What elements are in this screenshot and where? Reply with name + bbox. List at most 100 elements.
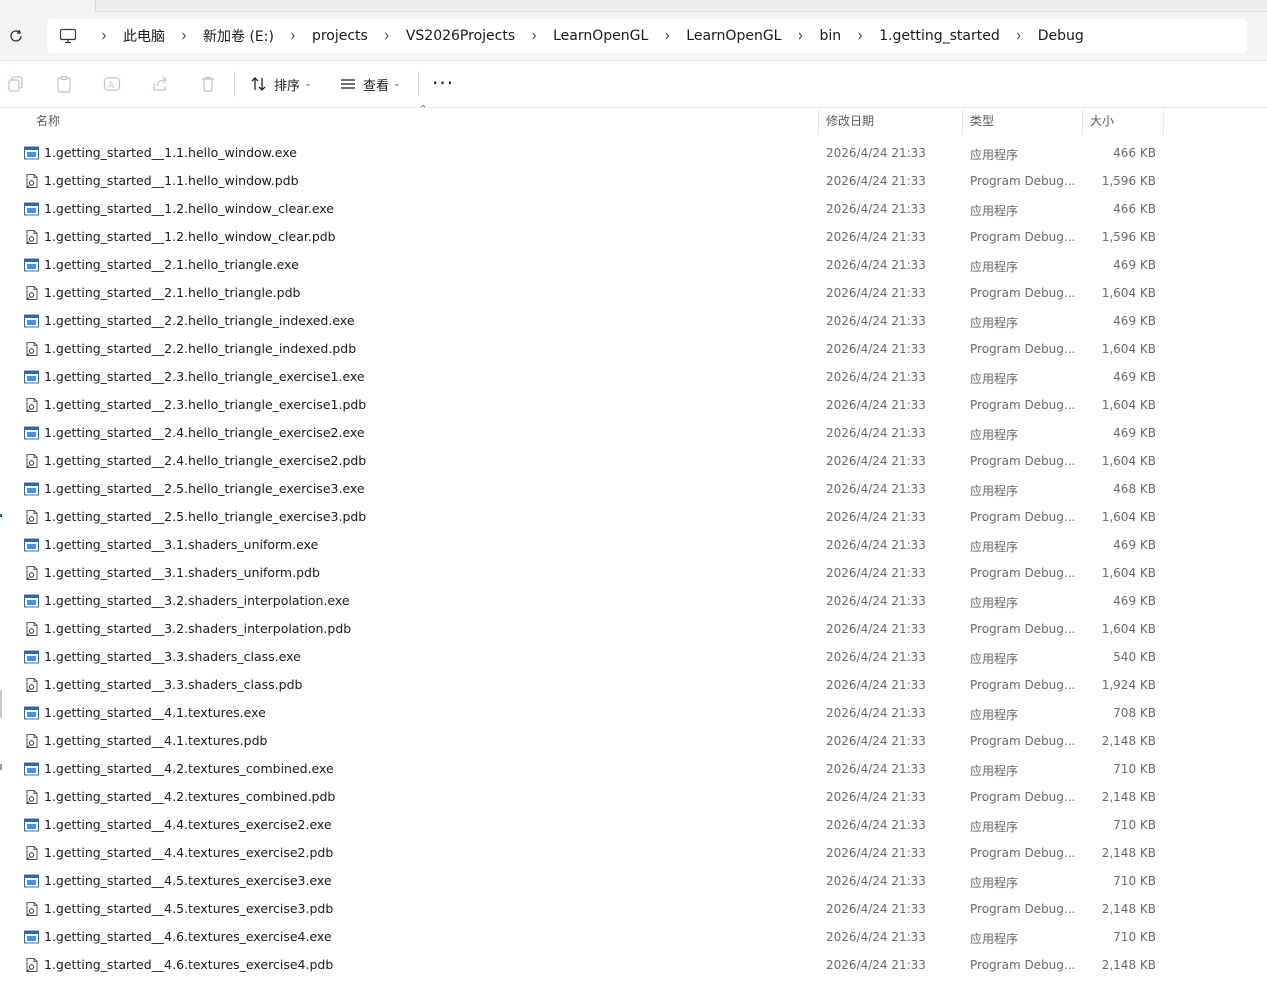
- column-type-header[interactable]: 类型: [970, 108, 994, 135]
- file-size: 2,148 KB: [1101, 958, 1156, 972]
- file-size: 1,604 KB: [1101, 622, 1156, 636]
- file-row[interactable]: 1.getting_started__4.5.textures_exercise…: [0, 867, 1267, 895]
- view-icon: [341, 79, 355, 89]
- chevron-right-icon[interactable]: ›: [370, 26, 404, 45]
- file-size: 2,148 KB: [1101, 846, 1156, 860]
- file-modified-date: 2026/4/24 21:33: [826, 818, 926, 832]
- more-options-button[interactable]: ···: [432, 73, 454, 93]
- file-type: 应用程序: [970, 428, 1019, 442]
- file-type: Program Debug...: [970, 566, 1076, 580]
- file-row[interactable]: 1.getting_started__2.1.hello_triangle.ex…: [0, 251, 1267, 279]
- file-type: 应用程序: [970, 708, 1019, 722]
- file-row[interactable]: 1.getting_started__4.2.textures_combined…: [0, 755, 1267, 783]
- copy-icon[interactable]: [7, 75, 25, 93]
- breadcrumb-item[interactable]: bin: [817, 28, 843, 44]
- column-divider[interactable]: [1163, 108, 1164, 135]
- file-modified-date: 2026/4/24 21:33: [826, 706, 926, 720]
- share-icon[interactable]: [151, 75, 169, 93]
- svg-text:A: A: [108, 81, 115, 91]
- breadcrumb-item[interactable]: LearnOpenGL: [684, 28, 783, 44]
- debug-file-icon: [24, 510, 39, 524]
- address-bar[interactable]: › 此电脑 › 新加卷 (E:) › projects › VS2026Projects › Le…: [47, 19, 1247, 53]
- file-size: 468 KB: [1113, 482, 1156, 496]
- paste-icon[interactable]: [55, 75, 73, 93]
- file-size: 466 KB: [1113, 146, 1156, 160]
- file-modified-date: 2026/4/24 21:33: [826, 958, 926, 972]
- chevron-right-icon[interactable]: ›: [783, 26, 817, 45]
- breadcrumb-item[interactable]: 新加卷 (E:): [201, 26, 276, 46]
- file-type: 应用程序: [970, 876, 1019, 890]
- view-button[interactable]: 查看 ⌄: [339, 74, 401, 94]
- debug-file-icon: [24, 398, 39, 412]
- breadcrumb-item[interactable]: Debug: [1036, 28, 1086, 44]
- chevron-right-icon[interactable]: ›: [276, 26, 310, 45]
- file-size: 1,924 KB: [1101, 678, 1156, 692]
- file-name: 1.getting_started__4.4.textures_exercise…: [44, 845, 334, 860]
- file-row[interactable]: 1.getting_started__4.2.textures_combined…: [0, 783, 1267, 811]
- file-row[interactable]: 1.getting_started__4.1.textures.exe 2026/…: [0, 699, 1267, 727]
- file-modified-date: 2026/4/24 21:33: [826, 286, 926, 300]
- file-row[interactable]: 1.getting_started__3.1.shaders_uniform.e…: [0, 531, 1267, 559]
- file-modified-date: 2026/4/24 21:33: [826, 734, 926, 748]
- sort-button[interactable]: 排序 ⌄: [250, 74, 312, 94]
- breadcrumb-item[interactable]: 此电脑: [121, 26, 167, 46]
- chevron-right-icon[interactable]: ›: [167, 26, 201, 45]
- application-file-icon: [24, 146, 39, 160]
- file-row[interactable]: 1.getting_started__4.6.textures_exercise…: [0, 923, 1267, 951]
- chevron-right-icon[interactable]: ›: [87, 26, 121, 45]
- file-type: 应用程序: [970, 204, 1019, 218]
- file-row[interactable]: 1.getting_started__1.1.hello_window.exe 2…: [0, 139, 1267, 167]
- breadcrumb-item[interactable]: projects: [310, 28, 370, 44]
- file-name: 1.getting_started__2.4.hello_triangle_ex…: [44, 453, 367, 468]
- file-row[interactable]: 1.getting_started__4.1.textures.pdb 2026/…: [0, 727, 1267, 755]
- file-row[interactable]: 1.getting_started__2.3.hello_triangle_ex…: [0, 391, 1267, 419]
- rename-icon[interactable]: A: [103, 75, 121, 93]
- column-divider[interactable]: [818, 108, 819, 135]
- file-row[interactable]: 1.getting_started__2.5.hello_triangle_ex…: [0, 503, 1267, 531]
- file-row[interactable]: 1.getting_started__4.5.textures_exercise…: [0, 895, 1267, 923]
- file-row[interactable]: 1.getting_started__3.2.shaders_interpola…: [0, 615, 1267, 643]
- column-divider[interactable]: [962, 108, 963, 135]
- file-type: Program Debug...: [970, 174, 1076, 188]
- delete-icon[interactable]: [199, 75, 217, 93]
- application-file-icon: [24, 426, 39, 440]
- file-row[interactable]: 1.getting_started__2.4.hello_triangle_ex…: [0, 419, 1267, 447]
- file-name: 1.getting_started__4.1.textures.pdb: [44, 733, 268, 748]
- file-row[interactable]: 1.getting_started__2.3.hello_triangle_ex…: [0, 363, 1267, 391]
- file-row[interactable]: 1.getting_started__2.5.hello_triangle_ex…: [0, 475, 1267, 503]
- chevron-right-icon[interactable]: ›: [517, 26, 551, 45]
- file-row[interactable]: 1.getting_started__4.4.textures_exercise…: [0, 811, 1267, 839]
- refresh-icon[interactable]: [6, 26, 26, 46]
- file-row[interactable]: 1.getting_started__3.3.shaders_class.pdb…: [0, 671, 1267, 699]
- breadcrumb-item[interactable]: 1.getting_started: [877, 28, 1002, 44]
- file-modified-date: 2026/4/24 21:33: [826, 370, 926, 384]
- this-pc-icon[interactable]: [59, 28, 77, 44]
- file-name: 1.getting_started__4.6.textures_exercise…: [44, 929, 332, 944]
- file-row[interactable]: 1.getting_started__1.1.hello_window.pdb 2…: [0, 167, 1267, 195]
- file-row[interactable]: 1.getting_started__3.2.shaders_interpola…: [0, 587, 1267, 615]
- file-row[interactable]: 1.getting_started__1.2.hello_window_clea…: [0, 195, 1267, 223]
- breadcrumb-item[interactable]: VS2026Projects: [404, 28, 517, 44]
- file-row[interactable]: 1.getting_started__4.4.textures_exercise…: [0, 839, 1267, 867]
- breadcrumb-item[interactable]: LearnOpenGL: [551, 28, 650, 44]
- file-modified-date: 2026/4/24 21:33: [826, 930, 926, 944]
- column-size-header[interactable]: 大小: [1090, 108, 1114, 135]
- file-row[interactable]: 1.getting_started__3.3.shaders_class.exe…: [0, 643, 1267, 671]
- command-bar: A 排序 ⌄ 查看 ⌄ ···: [0, 61, 1267, 108]
- file-modified-date: 2026/4/24 21:33: [826, 342, 926, 356]
- file-row[interactable]: 1.getting_started__2.1.hello_triangle.pd…: [0, 279, 1267, 307]
- file-name: 1.getting_started__4.5.textures_exercise…: [44, 873, 332, 888]
- file-row[interactable]: 1.getting_started__4.6.textures_exercise…: [0, 951, 1267, 979]
- chevron-right-icon[interactable]: ›: [1002, 26, 1036, 45]
- column-name-header[interactable]: 名称: [36, 108, 60, 135]
- chevron-right-icon[interactable]: ›: [650, 26, 684, 45]
- file-row[interactable]: 1.getting_started__2.2.hello_triangle_in…: [0, 307, 1267, 335]
- column-modified-header[interactable]: 修改日期: [826, 108, 874, 135]
- file-row[interactable]: 1.getting_started__3.1.shaders_uniform.p…: [0, 559, 1267, 587]
- debug-file-icon: [24, 454, 39, 468]
- file-row[interactable]: 1.getting_started__2.2.hello_triangle_in…: [0, 335, 1267, 363]
- chevron-right-icon[interactable]: ›: [843, 26, 877, 45]
- column-divider[interactable]: [1082, 108, 1083, 135]
- file-row[interactable]: 1.getting_started__2.4.hello_triangle_ex…: [0, 447, 1267, 475]
- file-row[interactable]: 1.getting_started__1.2.hello_window_clea…: [0, 223, 1267, 251]
